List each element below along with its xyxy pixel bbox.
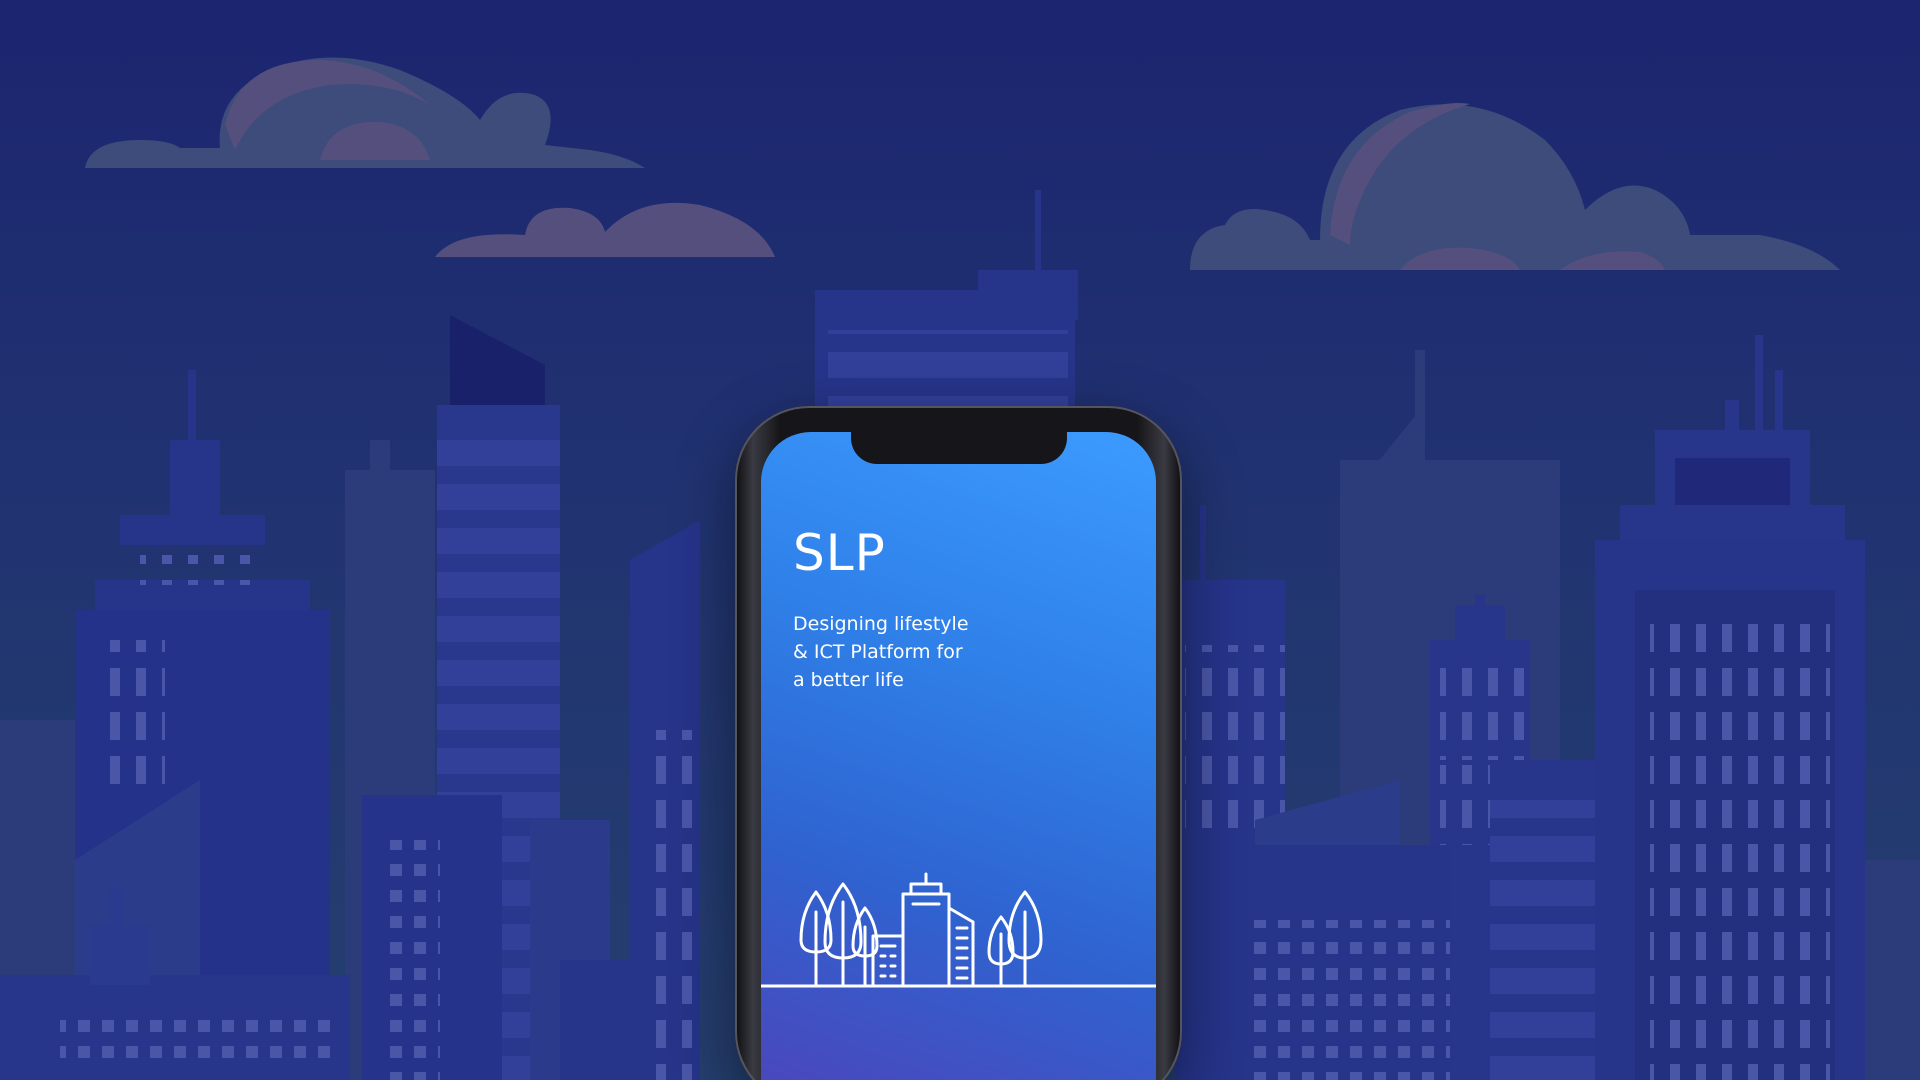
promo-scene: SLP Designing lifestyle & ICT Platform f… (0, 0, 1920, 1080)
building-center-left (630, 520, 700, 1080)
smartphone-mockup: SLP Designing lifestyle & ICT Platform f… (735, 406, 1182, 1080)
phone-notch (851, 432, 1067, 464)
app-logo: SLP (793, 524, 886, 582)
phone-screen: SLP Designing lifestyle & ICT Platform f… (761, 432, 1156, 1080)
building-right-3 (1490, 760, 1605, 1080)
tagline-line-1: Designing lifestyle (793, 613, 969, 635)
tagline-line-3: a better life (793, 669, 904, 691)
city-skyline-with-trees-icon (761, 872, 1156, 988)
tagline-line-2: & ICT Platform for (793, 641, 963, 663)
app-tagline: Designing lifestyle & ICT Platform for a… (793, 610, 1093, 694)
